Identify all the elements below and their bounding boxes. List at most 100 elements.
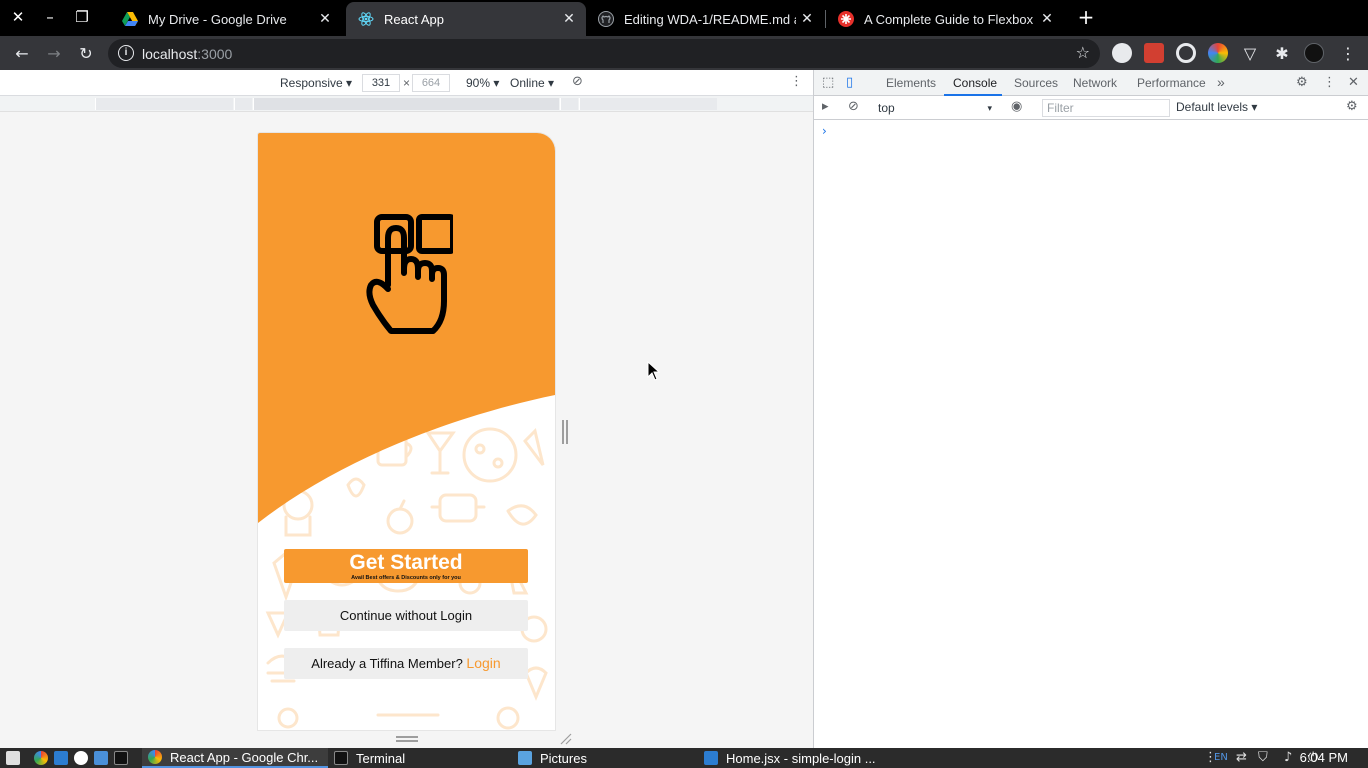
app-menu-icon[interactable] bbox=[6, 751, 20, 765]
console-settings-icon[interactable]: ⚙ bbox=[1346, 99, 1358, 114]
browser-toolbar: ← → ↻ i localhost:3000 ☆ ▽ ✱ ⋮ bbox=[0, 36, 1368, 70]
close-tab-icon[interactable]: ✕ bbox=[1036, 11, 1058, 27]
media-query-ruler[interactable] bbox=[0, 96, 813, 112]
viewport-width-input[interactable]: 331 bbox=[362, 74, 400, 92]
clock[interactable]: 6:04 PM bbox=[1300, 750, 1348, 765]
vscode-launcher-icon[interactable] bbox=[54, 751, 68, 765]
mouse-cursor-icon bbox=[647, 361, 661, 381]
tab-elements[interactable]: Elements bbox=[886, 76, 936, 90]
tab-google-drive[interactable]: My Drive - Google Drive ✕ bbox=[110, 2, 342, 36]
get-started-button[interactable]: Get Started Avail Best offers & Discount… bbox=[284, 549, 528, 583]
volume-icon[interactable]: ♪ bbox=[1284, 750, 1292, 765]
log-levels-select[interactable]: Default levels ▾ bbox=[1176, 100, 1257, 114]
tab-title: React App bbox=[384, 11, 444, 27]
resize-width-handle[interactable] bbox=[562, 420, 568, 444]
device-select[interactable]: Responsive ▾ bbox=[280, 76, 352, 90]
get-started-subtitle: Avail Best offers & Discounts only for y… bbox=[351, 575, 461, 581]
chrome-launcher-icon[interactable] bbox=[34, 751, 48, 765]
terminal-launcher-icon[interactable] bbox=[114, 751, 128, 765]
bookmark-star-icon[interactable]: ☆ bbox=[1076, 43, 1090, 62]
tab-flexbox-guide[interactable]: A Complete Guide to Flexbox ✕ bbox=[826, 2, 1064, 36]
live-expression-eye-icon[interactable]: ◉ bbox=[1011, 99, 1022, 114]
network-icon[interactable]: ⇄ bbox=[1236, 750, 1247, 765]
get-started-label: Get Started bbox=[349, 551, 463, 574]
continue-without-login-button[interactable]: Continue without Login bbox=[284, 600, 528, 631]
sidebar-toggle-icon[interactable]: ▸ bbox=[822, 99, 829, 114]
launcher-icon[interactable] bbox=[94, 751, 108, 765]
console-filter-input[interactable]: Filter bbox=[1042, 99, 1170, 117]
reload-icon[interactable]: ↻ bbox=[72, 39, 100, 67]
taskbar-app-terminal[interactable]: Terminal bbox=[332, 748, 512, 768]
profile-avatar[interactable] bbox=[1304, 43, 1324, 63]
extensions-puzzle-icon[interactable]: ✱ bbox=[1268, 39, 1296, 67]
keyboard-layout-indicator[interactable]: EN bbox=[1214, 752, 1228, 763]
devtools-menu-icon[interactable]: ⋮ bbox=[1323, 75, 1336, 90]
resize-corner-handle[interactable] bbox=[560, 733, 572, 745]
device-toggle-icon[interactable]: ▯ bbox=[846, 75, 853, 90]
touch-app-icon bbox=[366, 214, 453, 334]
back-icon[interactable]: ← bbox=[8, 39, 36, 67]
forward-icon[interactable]: → bbox=[40, 39, 68, 67]
css-tricks-icon bbox=[838, 11, 854, 27]
taskbar-app-vscode[interactable]: Home.jsx - simple-login ... bbox=[704, 748, 894, 768]
login-link[interactable]: Login bbox=[466, 655, 500, 671]
zoom-select[interactable]: 90% ▾ bbox=[466, 76, 499, 90]
url-text: localhost:3000 bbox=[142, 46, 233, 62]
app-screen: Get Started Avail Best offers & Discount… bbox=[258, 133, 555, 730]
console-prompt[interactable]: › bbox=[822, 124, 827, 138]
tab-strip: ✕ – ❐ My Drive - Google Drive ✕ React Ap… bbox=[0, 0, 1368, 36]
viewport-height-input[interactable]: 664 bbox=[412, 74, 450, 92]
github-icon bbox=[598, 11, 614, 27]
launcher-icon[interactable] bbox=[74, 751, 88, 765]
network-throttle-select[interactable]: Online ▾ bbox=[510, 76, 554, 90]
close-tab-icon[interactable]: ✕ bbox=[796, 11, 818, 27]
dimension-separator: × bbox=[403, 76, 411, 90]
minimize-window-icon[interactable]: – bbox=[34, 0, 66, 34]
devtools-panel: ⬚ ▯ Elements Console Sources Network Per… bbox=[813, 70, 1368, 748]
site-info-icon[interactable]: i bbox=[118, 45, 134, 61]
os-taskbar: React App - Google Chr... Terminal Pictu… bbox=[0, 748, 1368, 768]
close-devtools-icon[interactable]: ✕ bbox=[1348, 75, 1359, 90]
new-tab-icon[interactable]: + bbox=[1070, 0, 1102, 34]
tab-performance[interactable]: Performance bbox=[1137, 76, 1206, 90]
address-bar[interactable]: i localhost:3000 ☆ bbox=[108, 39, 1100, 68]
taskbar-app-pictures[interactable]: Pictures bbox=[518, 748, 698, 768]
tab-network[interactable]: Network bbox=[1073, 76, 1117, 90]
vue-devtools-icon[interactable]: ▽ bbox=[1236, 39, 1264, 67]
tab-sources[interactable]: Sources bbox=[1014, 76, 1058, 90]
devtools-tabbar: ⬚ ▯ Elements Console Sources Network Per… bbox=[814, 70, 1368, 96]
google-drive-icon bbox=[122, 11, 138, 27]
settings-gear-icon[interactable]: ⚙ bbox=[1296, 75, 1308, 90]
close-window-icon[interactable]: ✕ bbox=[2, 0, 34, 34]
device-toolbar: Responsive ▾ 331 × 664 90% ▾ Online ▾ ⊘ … bbox=[0, 70, 813, 96]
taskbar-app-chrome[interactable]: React App - Google Chr... bbox=[142, 748, 328, 768]
browser-menu-icon[interactable]: ⋮ bbox=[1334, 39, 1362, 67]
terminal-icon bbox=[334, 751, 348, 765]
vscode-icon bbox=[704, 751, 718, 765]
shield-icon[interactable]: ⛉ bbox=[1258, 750, 1268, 765]
extension-icon[interactable] bbox=[1176, 43, 1196, 63]
console-toolbar: ▸ ⊘ top ▾ ◉ Filter Default levels ▾ ⚙ bbox=[814, 96, 1368, 120]
inspect-element-icon[interactable]: ⬚ bbox=[822, 75, 834, 90]
color-picker-extension-icon[interactable] bbox=[1208, 43, 1228, 63]
rotate-icon[interactable]: ⊘ bbox=[572, 74, 583, 89]
more-tabs-icon[interactable]: » bbox=[1217, 74, 1225, 90]
close-tab-icon[interactable]: ✕ bbox=[558, 11, 580, 27]
react-icon bbox=[358, 11, 374, 27]
tab-github-readme[interactable]: Editing WDA-1/README.md a ✕ bbox=[586, 2, 824, 36]
member-login-row: Already a Tiffina Member? Login bbox=[284, 648, 528, 679]
member-prompt-text: Already a Tiffina Member? bbox=[311, 656, 463, 671]
extension-icon[interactable] bbox=[1144, 43, 1164, 63]
close-tab-icon[interactable]: ✕ bbox=[314, 11, 336, 27]
clear-console-icon[interactable]: ⊘ bbox=[848, 99, 859, 114]
context-select[interactable]: top ▾ bbox=[872, 99, 998, 117]
extension-icon[interactable] bbox=[1112, 43, 1132, 63]
device-toolbar-menu-icon[interactable]: ⋮ bbox=[790, 74, 803, 89]
restore-window-icon[interactable]: ❐ bbox=[66, 0, 98, 34]
chrome-icon bbox=[148, 750, 162, 764]
tab-react-app[interactable]: React App ✕ bbox=[346, 2, 586, 36]
tab-title: My Drive - Google Drive bbox=[148, 11, 287, 27]
resize-height-handle[interactable] bbox=[396, 736, 418, 742]
folder-icon bbox=[518, 751, 532, 765]
tab-console[interactable]: Console bbox=[953, 76, 997, 90]
